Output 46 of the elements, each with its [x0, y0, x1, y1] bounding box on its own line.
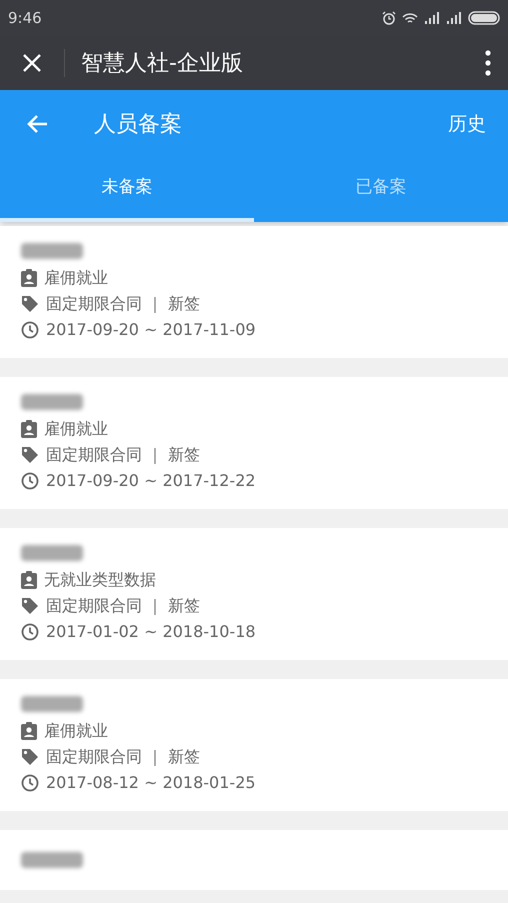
record-card[interactable]: 雇佣就业 固定期限合同 ｜ 新签 2017-09-20 ~ 2017-11-09	[0, 226, 508, 358]
record-employment: 雇佣就业	[44, 266, 108, 288]
blurred-name	[21, 243, 83, 259]
record-employment: 无就业类型数据	[44, 568, 156, 590]
blurred-name	[21, 696, 83, 712]
signal-icon	[446, 12, 462, 24]
window-title: 智慧人社-企业版	[80, 50, 244, 78]
blurred-name	[21, 545, 83, 561]
badge-icon	[21, 722, 37, 740]
record-contract: 固定期限合同 ｜ 新签	[46, 746, 200, 768]
close-icon	[22, 53, 42, 73]
record-employment: 雇佣就业	[44, 418, 108, 440]
clock-icon	[21, 774, 39, 792]
blurred-name	[21, 852, 83, 868]
page-title: 人员备案	[93, 110, 183, 138]
record-employment: 雇佣就业	[44, 720, 108, 742]
tab[interactable]: 未备案	[0, 158, 254, 222]
record-period: 2017-09-20 ~ 2017-12-22	[46, 470, 256, 492]
tag-icon	[21, 748, 39, 766]
badge-icon	[21, 420, 37, 438]
record-period: 2017-08-12 ~ 2018-01-25	[46, 772, 256, 794]
record-card[interactable]: 无就业类型数据 固定期限合同 ｜ 新签 2017-01-02 ~ 2018-10-18	[0, 528, 508, 660]
history-link[interactable]: 历史	[448, 110, 508, 138]
record-card[interactable]: 雇佣就业 固定期限合同 ｜ 新签 2017-09-20 ~ 2017-12-22	[0, 377, 508, 509]
record-period: 2017-09-20 ~ 2017-11-09	[46, 318, 256, 340]
record-contract: 固定期限合同 ｜ 新签	[46, 444, 200, 466]
tag-icon	[21, 294, 39, 312]
status-time: 9:46	[8, 8, 42, 29]
badge-icon	[21, 570, 37, 588]
wifi-icon	[402, 12, 418, 24]
signal-icon	[424, 12, 440, 24]
alarm-icon	[382, 11, 396, 25]
record-contract: 固定期限合同 ｜ 新签	[46, 594, 200, 617]
record-contract: 固定期限合同 ｜ 新签	[46, 292, 200, 315]
back-arrow-icon	[26, 114, 48, 134]
clock-icon	[21, 472, 39, 490]
battery-icon	[468, 11, 500, 25]
tag-icon	[21, 446, 39, 464]
more-icon	[485, 50, 491, 76]
tag-icon	[21, 596, 39, 614]
badge-icon	[21, 268, 37, 286]
clock-icon	[21, 320, 39, 338]
blurred-name	[21, 394, 83, 410]
record-card[interactable]: 雇佣就业 固定期限合同 ｜ 新签 2017-08-12 ~ 2018-01-25	[0, 679, 508, 811]
record-period: 2017-01-02 ~ 2018-10-18	[46, 620, 256, 642]
clock-icon	[21, 622, 39, 640]
